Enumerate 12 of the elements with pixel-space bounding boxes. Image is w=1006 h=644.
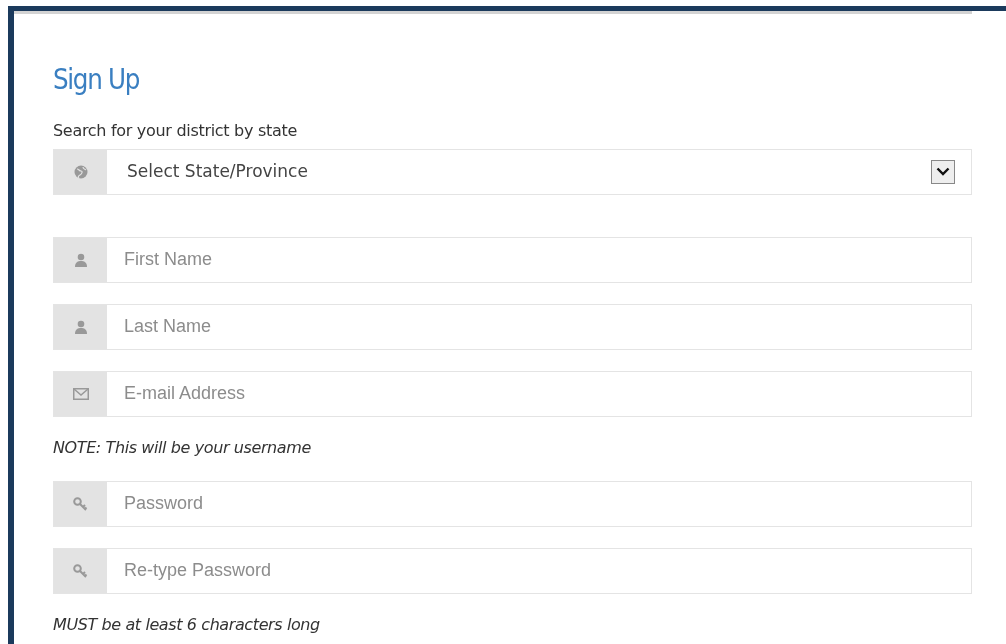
key-icon bbox=[73, 563, 88, 578]
hint-text: MUST be at least 6 characters long bbox=[53, 613, 321, 636]
person-icon bbox=[73, 252, 88, 267]
field-label: Search for your district by state bbox=[53, 119, 298, 142]
envelope-icon bbox=[72, 387, 89, 400]
state-select[interactable]: Select State/Province bbox=[53, 148, 972, 195]
globe-icon bbox=[73, 164, 88, 179]
person-icon bbox=[73, 319, 88, 334]
dropdown-icon bbox=[931, 159, 955, 184]
page-title: Sign Up bbox=[53, 63, 140, 97]
key-icon bbox=[73, 496, 88, 511]
hint-text: NOTE: This will be your username bbox=[53, 436, 312, 459]
